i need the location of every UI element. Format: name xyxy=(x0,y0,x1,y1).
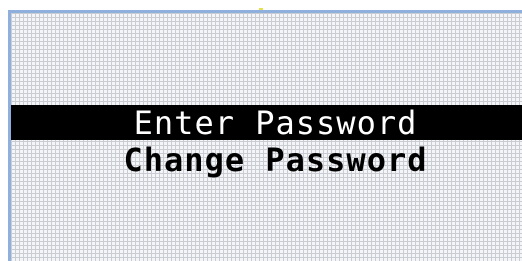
menu-item-label: Change Password xyxy=(123,140,428,179)
menu-item-label: Enter Password xyxy=(133,103,418,142)
menu-item-change-password[interactable]: Change Password xyxy=(11,140,522,179)
lcd-screen: Enter Password Change Password xyxy=(8,10,522,261)
menu-item-enter-password[interactable]: Enter Password xyxy=(11,103,522,142)
